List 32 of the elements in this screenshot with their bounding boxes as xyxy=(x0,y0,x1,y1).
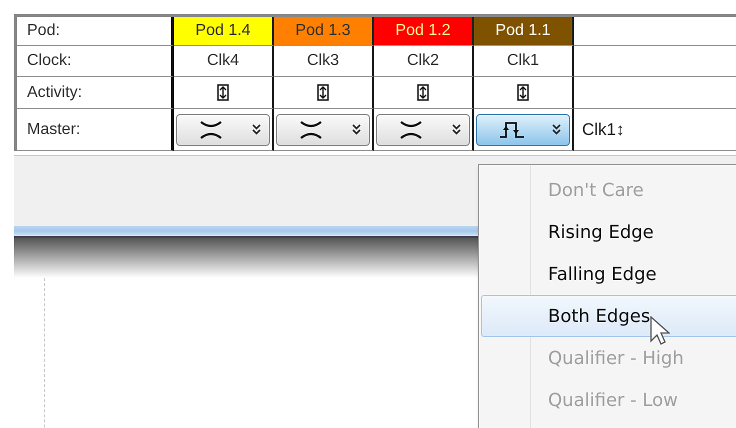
row-label: Clock: xyxy=(27,52,72,70)
row-label: Master: xyxy=(27,120,80,138)
master-dropdown[interactable] xyxy=(476,114,570,146)
row-label: Activity: xyxy=(27,84,82,102)
clock-label: Clk3 xyxy=(306,52,339,70)
clock-label: Clk4 xyxy=(206,52,239,70)
activity-icon xyxy=(217,84,229,101)
activity-icon xyxy=(417,84,429,101)
row-label: Pod: xyxy=(27,22,60,40)
clock-label: Clk2 xyxy=(406,52,439,70)
menu-item[interactable]: Rising Edge xyxy=(481,211,736,253)
pod-header: Pod 1.1 xyxy=(474,17,574,46)
master-reference: Clk1↕ xyxy=(582,120,625,140)
activity-icon xyxy=(317,84,329,101)
chevron-icon xyxy=(552,124,561,135)
crossed-lines-icon xyxy=(199,120,223,140)
cursor-icon xyxy=(650,316,670,346)
pod-header: Pod 1.4 xyxy=(174,17,274,46)
activity-icon xyxy=(517,84,529,101)
crossed-lines-icon xyxy=(299,120,323,140)
chevron-icon xyxy=(452,124,461,135)
master-dropdown[interactable] xyxy=(176,114,270,146)
crossed-lines-icon xyxy=(399,120,423,140)
pod-header: Pod 1.2 xyxy=(374,17,474,46)
clock-label: Clk1 xyxy=(506,52,539,70)
master-dropdown[interactable] xyxy=(376,114,470,146)
menu-item[interactable]: Falling Edge xyxy=(481,253,736,295)
pod-header: Pod 1.3 xyxy=(274,17,374,46)
chevron-icon xyxy=(252,124,261,135)
master-dropdown[interactable] xyxy=(276,114,370,146)
pulse-icon xyxy=(499,120,525,140)
chevron-icon xyxy=(352,124,361,135)
